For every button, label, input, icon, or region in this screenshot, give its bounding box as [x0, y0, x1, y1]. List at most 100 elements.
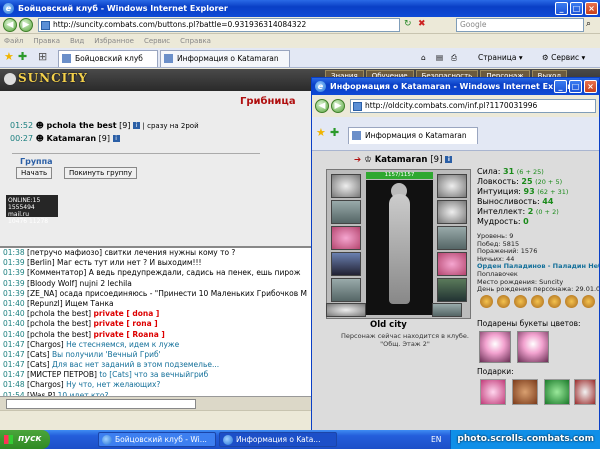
- belt-slot[interactable]: [331, 278, 361, 302]
- search-input[interactable]: Google: [456, 18, 584, 32]
- menu-help[interactable]: Справка: [180, 35, 211, 47]
- medal-icon[interactable]: [548, 295, 561, 308]
- search-icon[interactable]: ⌕: [586, 19, 591, 29]
- close-button[interactable]: ×: [584, 80, 597, 93]
- stat-row: Выносливость: 44: [477, 197, 597, 207]
- refresh-icon[interactable]: ↻: [404, 19, 412, 29]
- gift-icon[interactable]: [574, 379, 596, 405]
- chat-nick[interactable]: [Berlin]: [27, 258, 55, 267]
- stat-value: 25: [521, 177, 533, 186]
- chat-nick[interactable]: [Cats]: [27, 350, 50, 359]
- info-icon[interactable]: i: [445, 156, 453, 163]
- helmet-slot[interactable]: [331, 174, 361, 198]
- bracer-slot[interactable]: [331, 200, 361, 224]
- armor-slot[interactable]: [331, 252, 361, 276]
- info-address-bar[interactable]: http://oldcity.combats.com/inf.pl?117003…: [350, 99, 596, 113]
- info-window-titlebar[interactable]: e Информация о Katamaran - Windows Inter…: [312, 78, 599, 95]
- main-window-titlebar[interactable]: e Бойцовский клуб - Windows Internet Exp…: [0, 0, 600, 17]
- chat-nick[interactable]: [ZE_NA]: [27, 289, 57, 298]
- chat-nick[interactable]: [Repunzl]: [27, 299, 63, 308]
- menu-edit[interactable]: Правка: [33, 35, 60, 47]
- chat-nick[interactable]: [pchola the best]: [27, 330, 91, 339]
- chat-nick[interactable]: [Bloody Wolf]: [27, 279, 77, 288]
- gift-banner-icon[interactable]: [544, 379, 570, 405]
- tab-fight-club[interactable]: Бойцовский клуб: [58, 50, 158, 67]
- chat-nick[interactable]: [pchola the best]: [27, 319, 91, 328]
- taskbar-item-fight-club[interactable]: Бойцовский клуб - Wi...: [98, 432, 216, 447]
- shield-slot[interactable]: [437, 278, 467, 302]
- medal-icon[interactable]: [582, 295, 595, 308]
- menu-tools[interactable]: Сервис: [144, 35, 170, 47]
- menu-file[interactable]: Файл: [4, 35, 23, 47]
- language-indicator[interactable]: EN: [431, 430, 441, 449]
- medal-icon[interactable]: [531, 295, 544, 308]
- add-favorite-icon[interactable]: ✚: [330, 127, 339, 139]
- maximize-button[interactable]: □: [570, 2, 583, 15]
- online-counter-widget[interactable]: ONLINE:15 1555494 mail.ru 10476 11278: [6, 195, 58, 225]
- minimize-button[interactable]: _: [554, 80, 567, 93]
- boots-slot[interactable]: [326, 303, 366, 317]
- chat-nick[interactable]: [Cats]: [27, 360, 50, 369]
- chat-line: 01:40 [pchola the best] private [ rona ]: [0, 319, 314, 329]
- chat-panel[interactable]: 01:38 [петручо мафиозо] свитки лечения н…: [0, 246, 314, 396]
- chat-nick[interactable]: [Комментатор]: [27, 268, 86, 277]
- gloves-slot[interactable]: [437, 252, 467, 276]
- info-icon[interactable]: i: [112, 135, 120, 142]
- minimize-button[interactable]: _: [555, 2, 568, 15]
- menu-favorites[interactable]: Избранное: [94, 35, 134, 47]
- chat-nick[interactable]: [Chargos]: [27, 340, 64, 349]
- medal-icon[interactable]: [565, 295, 578, 308]
- address-bar[interactable]: http://suncity.combats.com/buttons.pl?ba…: [38, 18, 400, 32]
- order-badge-icon[interactable]: [480, 295, 493, 308]
- chat-nick[interactable]: [pchola the best]: [27, 309, 91, 318]
- fight-nick[interactable]: Katamaran: [47, 134, 97, 143]
- quick-tabs-icon[interactable]: ⊞: [38, 51, 47, 63]
- equipment-panel: 1157/1157: [326, 169, 471, 319]
- taskbar-item-info[interactable]: Информация о Katа...: [219, 432, 337, 447]
- flower-bouquet-icon[interactable]: [479, 331, 511, 363]
- tools-menu[interactable]: ⚙ Сервис ▾: [542, 52, 585, 64]
- close-button[interactable]: ×: [585, 2, 598, 15]
- chat-line: 01:40 [pchola the best] private [ dona ]: [0, 309, 314, 319]
- ring-slot[interactable]: [437, 226, 467, 250]
- address-text: http://suncity.combats.com/buttons.pl?ba…: [53, 20, 307, 29]
- start-button[interactable]: пуск: [0, 430, 50, 449]
- chat-time: 01:47: [3, 339, 25, 349]
- info-icon[interactable]: i: [133, 122, 140, 129]
- amulet-slot[interactable]: [437, 200, 467, 224]
- feeds-icon[interactable]: ▤: [436, 52, 443, 64]
- gift-flower-icon[interactable]: [480, 379, 506, 405]
- chat-message: осада присоединяюсь - "Принести 10 Мален…: [59, 288, 307, 298]
- chat-input[interactable]: [6, 399, 196, 409]
- start-group-button[interactable]: Начать: [16, 167, 53, 179]
- fight-nick[interactable]: pchola the best: [47, 121, 117, 130]
- medal-icon[interactable]: [514, 295, 527, 308]
- favorites-star-icon[interactable]: ★: [316, 127, 326, 139]
- page-menu[interactable]: Страница ▾: [478, 52, 523, 64]
- forward-button[interactable]: ▶: [19, 18, 33, 32]
- maximize-button[interactable]: □: [569, 80, 582, 93]
- forward-button[interactable]: ▶: [331, 99, 345, 113]
- group-box: Группа Начать Покинуть группу: [12, 153, 260, 181]
- chat-nick[interactable]: [петручо мафиозо]: [27, 248, 102, 257]
- tab-katamaran-info[interactable]: Информация о Katamaran: [348, 127, 478, 144]
- chat-time: 01:40: [3, 309, 25, 319]
- gift-box-icon[interactable]: [512, 379, 538, 405]
- menu-view[interactable]: Вид: [70, 35, 84, 47]
- stop-icon[interactable]: ✖: [418, 19, 426, 29]
- flower-bouquet-icon[interactable]: [517, 331, 549, 363]
- earring-slot[interactable]: [437, 174, 467, 198]
- add-favorite-icon[interactable]: ✚: [18, 51, 27, 63]
- weapon-slot[interactable]: [331, 226, 361, 250]
- back-button[interactable]: ◀: [3, 18, 17, 32]
- favorites-star-icon[interactable]: ★: [4, 51, 14, 63]
- clan-badge-icon[interactable]: [497, 295, 510, 308]
- home-icon[interactable]: ⌂: [421, 52, 426, 64]
- chat-nick[interactable]: [МИСТЕР ПЕТРОВ]: [27, 370, 97, 379]
- tab-katamaran-info[interactable]: Информация о Katamaran: [160, 50, 290, 67]
- back-button[interactable]: ◀: [315, 99, 329, 113]
- print-icon[interactable]: ⎙: [451, 52, 457, 64]
- leave-group-button[interactable]: Покинуть группу: [64, 167, 138, 179]
- legs-slot[interactable]: [432, 303, 462, 317]
- chat-nick[interactable]: [Chargos]: [27, 380, 64, 389]
